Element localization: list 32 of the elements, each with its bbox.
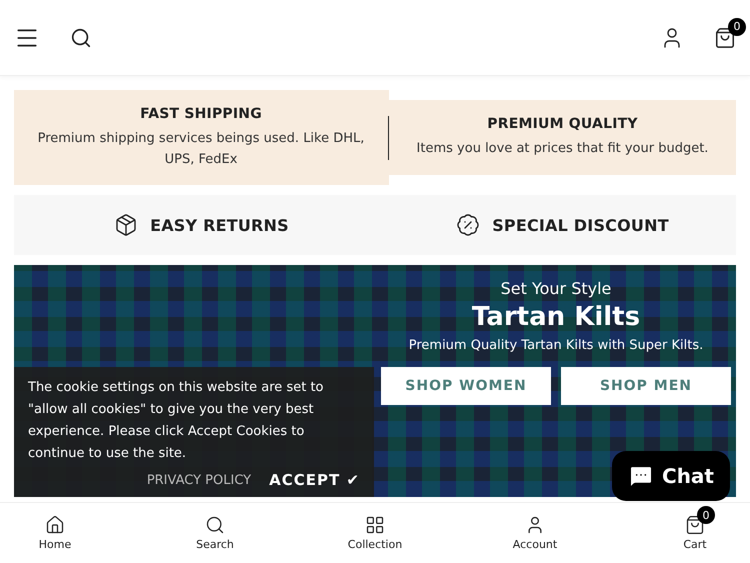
percent-badge-icon	[456, 213, 480, 237]
feature-title: FAST SHIPPING	[140, 106, 262, 122]
feature-title: EASY RETURNS	[150, 216, 289, 234]
accept-button[interactable]: ACCEPT ✔	[269, 471, 360, 489]
feature-text: Premium shipping services beings used. Like DHL, UPS, FedEx	[36, 130, 366, 168]
cookie-text: The cookie settings on this website are set to "allow all cookies" to give you the very best experience. Please click Accept Cookies to continue to use the site.	[28, 379, 324, 463]
cart-button[interactable]	[714, 26, 736, 48]
hero-title: Tartan Kilts	[472, 302, 640, 332]
shop-button[interactable]: SHOP WOMEN	[381, 367, 551, 405]
nav-item[interactable]: 0 Cart	[650, 503, 740, 563]
bag-icon	[685, 515, 705, 535]
hero-subtitle: Premium Quality Tartan Kilts with Super Kilts.	[408, 338, 704, 353]
chat-button[interactable]: Chat	[612, 451, 730, 501]
nav-item[interactable]: Collection	[330, 503, 420, 563]
nav-item[interactable]: Search	[170, 503, 260, 563]
feature-title: SPECIAL DISCOUNT	[492, 216, 669, 234]
search-icon	[205, 515, 225, 535]
home-icon	[45, 515, 65, 535]
cart-count: 0	[728, 18, 746, 36]
shop-button[interactable]: SHOP MEN	[561, 367, 731, 405]
grid-icon	[365, 515, 385, 535]
box-icon	[114, 213, 138, 237]
bag-icon	[714, 26, 736, 48]
feature-text: Items you love at prices that fit your budget.	[416, 140, 708, 158]
nav-item[interactable]: Home	[10, 503, 100, 563]
search-icon	[70, 26, 92, 48]
nav-item[interactable]: Account	[490, 503, 580, 563]
cart-count: 0	[697, 506, 715, 524]
hero-eyebrow: Set Your Style	[500, 279, 612, 298]
search-button[interactable]	[70, 26, 92, 48]
privacy-policy-link[interactable]: PRIVACY POLICY	[146, 472, 252, 488]
feature-title: PREMIUM QUALITY	[487, 116, 638, 132]
